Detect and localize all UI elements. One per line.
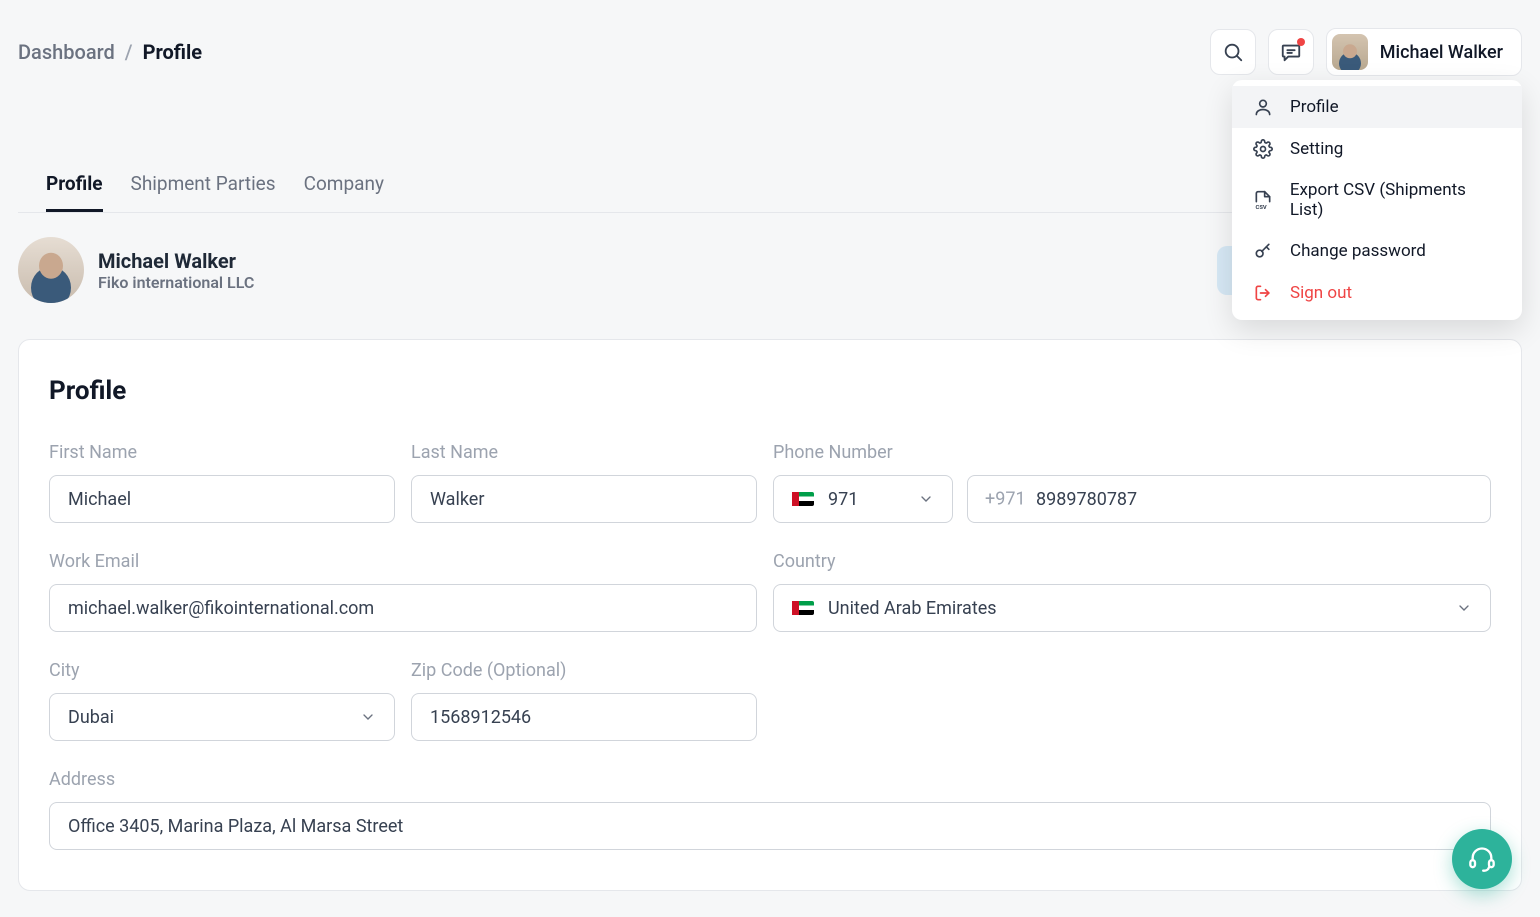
card-title: Profile	[49, 376, 1491, 406]
breadcrumb-separator: /	[125, 40, 133, 64]
tab-profile[interactable]: Profile	[46, 172, 103, 212]
search-icon	[1222, 41, 1244, 63]
email-label: Work Email	[49, 551, 757, 572]
svg-text:CSV: CSV	[1255, 205, 1266, 210]
phone-code-value: 971	[828, 489, 858, 510]
profile-name: Michael Walker	[98, 249, 254, 273]
city-label: City	[49, 660, 395, 681]
key-icon	[1252, 240, 1274, 262]
uae-flag-icon	[792, 492, 814, 506]
country-value: United Arab Emirates	[828, 598, 997, 619]
country-select[interactable]: United Arab Emirates	[773, 584, 1491, 632]
last-name-input[interactable]	[411, 475, 757, 523]
avatar-icon	[1332, 34, 1368, 70]
breadcrumb: Dashboard / Profile	[18, 40, 202, 64]
support-fab[interactable]	[1452, 829, 1512, 889]
city-select[interactable]: Dubai	[49, 693, 395, 741]
dropdown-item-setting[interactable]: Setting	[1232, 128, 1522, 170]
zip-label: Zip Code (Optional)	[411, 660, 757, 681]
user-menu-trigger[interactable]: Michael Walker	[1326, 28, 1522, 76]
first-name-input[interactable]	[49, 475, 395, 523]
profile-card: Profile First Name Last Name Phone Numbe…	[18, 339, 1522, 891]
profile-company: Fiko international LLC	[98, 273, 254, 292]
dropdown-item-label: Sign out	[1290, 283, 1352, 303]
dropdown-item-label: Export CSV (Shipments List)	[1290, 180, 1502, 220]
dropdown-item-sign-out[interactable]: Sign out	[1232, 272, 1522, 314]
notification-dot-icon	[1297, 38, 1305, 46]
sign-out-icon	[1252, 282, 1274, 304]
topbar-user-name: Michael Walker	[1380, 42, 1503, 63]
csv-file-icon: CSV	[1252, 189, 1274, 211]
dropdown-item-change-password[interactable]: Change password	[1232, 230, 1522, 272]
tab-shipment-parties[interactable]: Shipment Parties	[131, 172, 276, 212]
city-value: Dubai	[68, 707, 114, 728]
dropdown-item-label: Profile	[1290, 97, 1339, 117]
dropdown-item-export-csv[interactable]: CSV Export CSV (Shipments List)	[1232, 170, 1522, 230]
dropdown-item-label: Change password	[1290, 241, 1426, 261]
messages-button[interactable]	[1268, 29, 1314, 75]
phone-input[interactable]	[967, 475, 1491, 523]
zip-input[interactable]	[411, 693, 757, 741]
profile-avatar	[18, 237, 84, 303]
chevron-down-icon	[1456, 600, 1472, 616]
user-icon	[1252, 96, 1274, 118]
country-label: Country	[773, 551, 1491, 572]
email-input[interactable]	[49, 584, 757, 632]
phone-country-code-select[interactable]: 971	[773, 475, 953, 523]
dropdown-item-profile[interactable]: Profile	[1232, 86, 1522, 128]
last-name-label: Last Name	[411, 442, 757, 463]
search-button[interactable]	[1210, 29, 1256, 75]
headset-icon	[1468, 845, 1496, 873]
breadcrumb-root[interactable]: Dashboard	[18, 40, 115, 64]
gear-icon	[1252, 138, 1274, 160]
tab-company[interactable]: Company	[304, 172, 384, 212]
breadcrumb-current: Profile	[143, 40, 203, 64]
first-name-label: First Name	[49, 442, 395, 463]
chevron-down-icon	[360, 709, 376, 725]
dropdown-item-label: Setting	[1290, 139, 1343, 159]
phone-label: Phone Number	[773, 442, 1491, 463]
address-input[interactable]	[49, 802, 1491, 850]
user-dropdown: Profile Setting CSV Export CSV (Shipment…	[1232, 80, 1522, 320]
address-label: Address	[49, 769, 1491, 790]
chevron-down-icon	[918, 491, 934, 507]
uae-flag-icon	[792, 601, 814, 615]
phone-prefix: +971	[985, 489, 1026, 510]
